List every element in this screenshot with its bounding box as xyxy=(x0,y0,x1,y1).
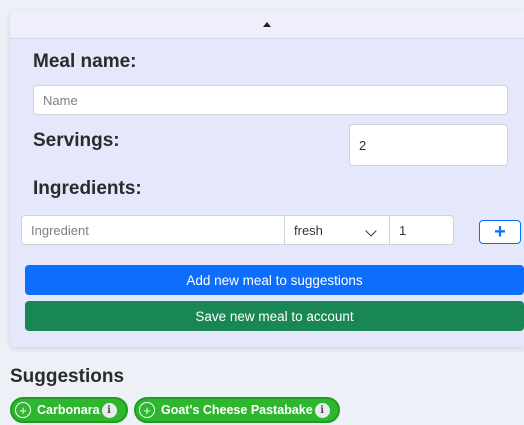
meal-name-placeholder: Name xyxy=(43,92,78,108)
ingredient-placeholder: Ingredient xyxy=(31,222,89,238)
plus-circle-icon[interactable]: + xyxy=(15,402,31,418)
servings-value: 2 xyxy=(359,137,367,153)
ingredient-type-value: fresh xyxy=(294,222,323,238)
servings-input[interactable]: 2 xyxy=(349,124,508,166)
meal-name-label: Meal name: xyxy=(33,51,137,72)
ingredient-type-select[interactable]: fresh xyxy=(284,215,390,245)
plus-circle-icon[interactable]: + xyxy=(139,402,155,418)
ingredients-label: Ingredients: xyxy=(33,178,142,199)
servings-label: Servings: xyxy=(33,130,120,151)
caret-up-icon xyxy=(263,21,271,27)
suggestions-title: Suggestions xyxy=(10,366,125,387)
meal-name-input[interactable]: Name xyxy=(33,85,508,115)
collapse-toggle[interactable] xyxy=(10,10,524,39)
info-icon[interactable]: i xyxy=(314,402,330,418)
chevron-down-icon xyxy=(365,225,377,237)
add-to-suggestions-button[interactable]: Add new meal to suggestions xyxy=(25,265,524,295)
suggestion-label: Goat's Cheese Pastabake xyxy=(161,403,313,417)
ingredient-quantity-value: 1 xyxy=(399,222,407,238)
save-to-account-button[interactable]: Save new meal to account xyxy=(25,301,524,331)
suggestion-label: Carbonara xyxy=(37,403,100,417)
suggestion-chip-goats-cheese-pastabake[interactable]: + Goat's Cheese Pastabake i xyxy=(134,397,340,423)
info-icon[interactable]: i xyxy=(101,402,117,418)
plus-icon: + xyxy=(494,221,506,243)
add-ingredient-button[interactable]: + xyxy=(479,220,521,244)
ingredient-quantity-input[interactable]: 1 xyxy=(389,215,454,245)
suggestion-chip-carbonara[interactable]: + Carbonara i xyxy=(10,397,128,423)
new-meal-panel: Meal name: Name Servings: 2 Ingredients:… xyxy=(10,10,524,347)
ingredient-input[interactable]: Ingredient xyxy=(21,215,285,245)
